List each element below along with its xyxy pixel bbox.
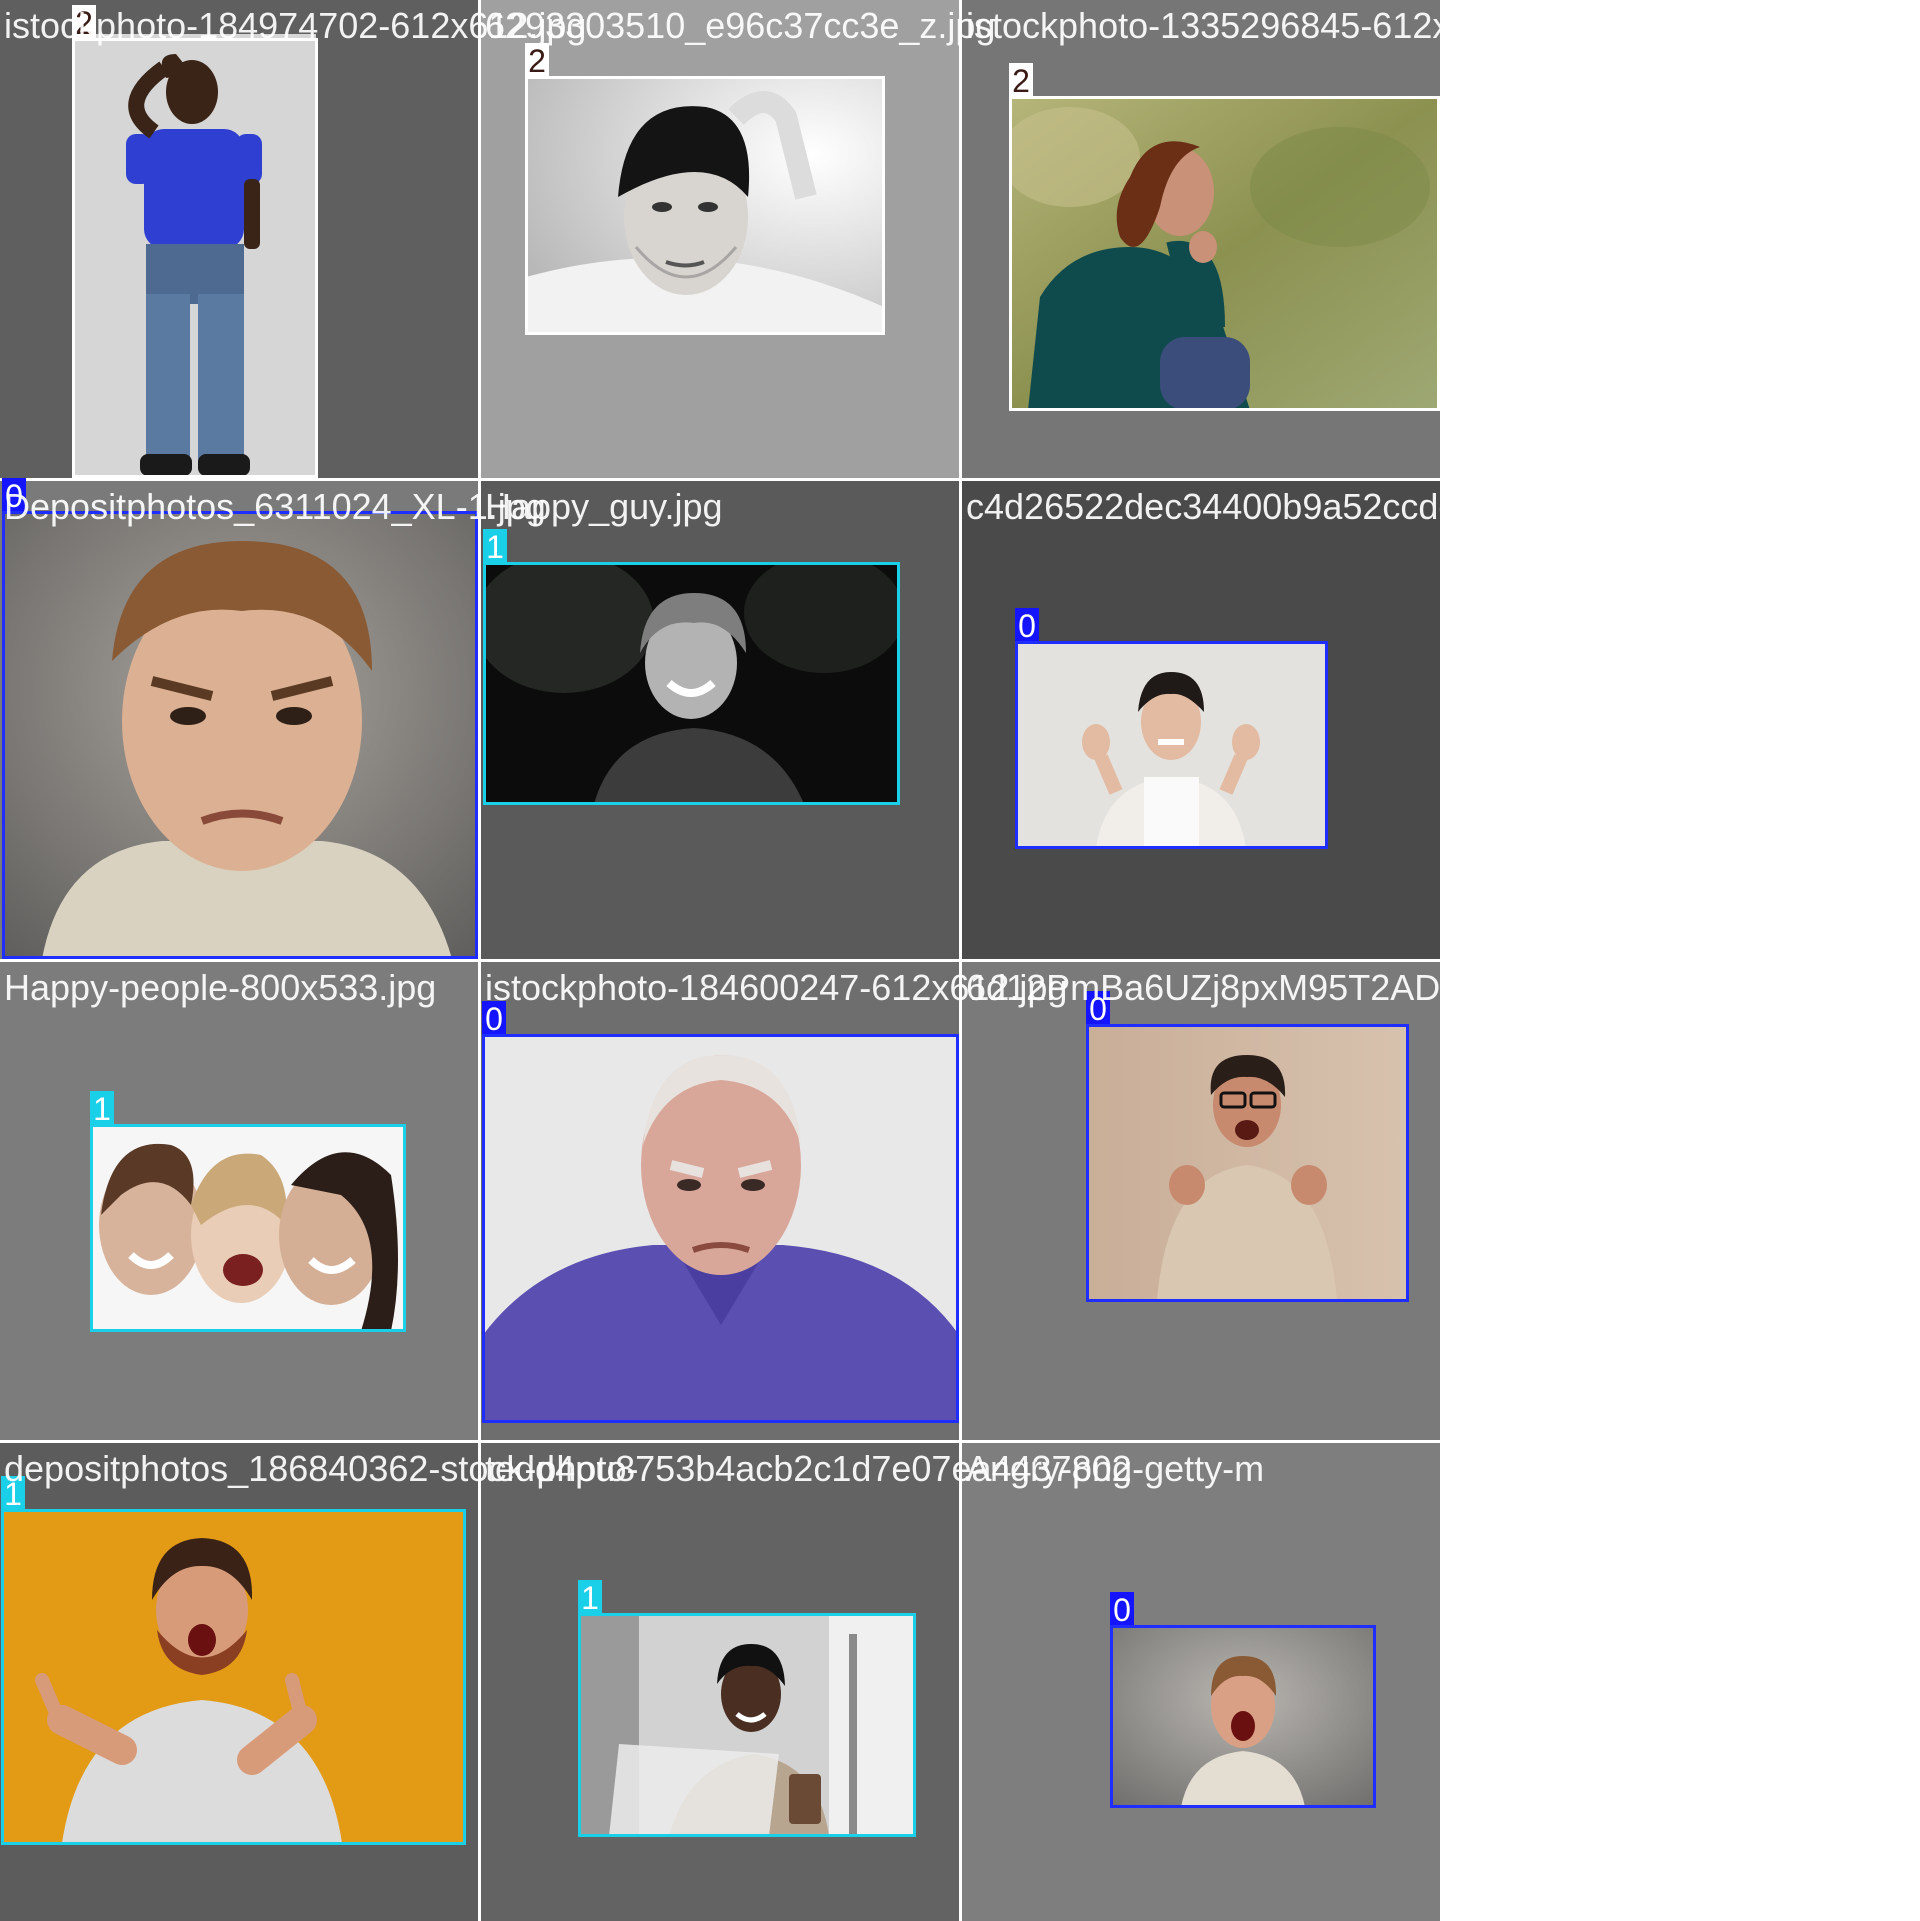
- bounding-box: 0: [1110, 1592, 1376, 1808]
- class-label: 0: [1110, 1592, 1134, 1628]
- mosaic-tile: 0 Angry-png-getty-m: [962, 1443, 1440, 1921]
- bounding-box: 2: [72, 5, 318, 478]
- class-label: 0: [1015, 608, 1039, 644]
- mosaic-tile: 1 Happy-people-800x533.jpg: [0, 962, 478, 1440]
- bounding-box: 0: [2, 478, 478, 959]
- class-label: 2: [72, 5, 96, 41]
- mosaic-tile: 1 Happy_guy.jpg: [481, 481, 959, 959]
- bounding-box: 2: [525, 43, 885, 335]
- class-label: 1: [578, 1580, 602, 1616]
- mosaic-tile: 0 c4d26522dec34400b9a52ccdd1f37a82.jpg: [962, 481, 1647, 959]
- class-label: 2: [525, 43, 549, 79]
- mosaic-tile: 2 istockphoto-184974702-612x612.jpg: [0, 0, 586, 478]
- bounding-box: 1: [578, 1580, 916, 1837]
- mosaic-tile: 1 tedd4pu8753b4acb2c1d7e07ea4437802: [481, 1443, 1132, 1921]
- mosaic-tile: 1 depositphotos_186840362-stock-photo-: [0, 1443, 638, 1921]
- mosaic-tile: 2 istockphoto-1335296845-612x612.jpg: [962, 0, 1568, 478]
- mosaic-tile: 2 6293303510_e96c37cc3e_z.jpg: [481, 0, 995, 478]
- class-label: 0: [2, 478, 26, 514]
- mosaic-tile: 0 istockphoto-184600247-612x612.jpg: [481, 962, 1067, 1440]
- class-label: 0: [1086, 991, 1110, 1027]
- detection-mosaic: 2 istockphoto-184974702-612x612.jpg 2 62…: [0, 0, 1666, 1921]
- bounding-box: 1: [90, 1091, 406, 1332]
- bounding-box: 2: [1009, 63, 1440, 411]
- class-label: 1: [1, 1476, 25, 1512]
- mosaic-tile: 0 Depositphotos_6311024_XL-1.jpg: [0, 478, 546, 959]
- bounding-box: 0: [482, 1001, 959, 1423]
- class-label: 1: [90, 1091, 114, 1127]
- bounding-box: 1: [1, 1476, 466, 1845]
- class-label: 1: [483, 529, 507, 565]
- bounding-box: 1: [483, 529, 900, 805]
- class-label: 2: [1009, 63, 1033, 99]
- class-label: 0: [482, 1001, 506, 1037]
- mosaic-tile: 0 6d12PmBa6UZj8pxM95T2ADA-1200-80.jpg: [962, 962, 1666, 1440]
- bounding-box: 0: [1086, 991, 1409, 1302]
- bounding-box: 0: [1015, 608, 1328, 849]
